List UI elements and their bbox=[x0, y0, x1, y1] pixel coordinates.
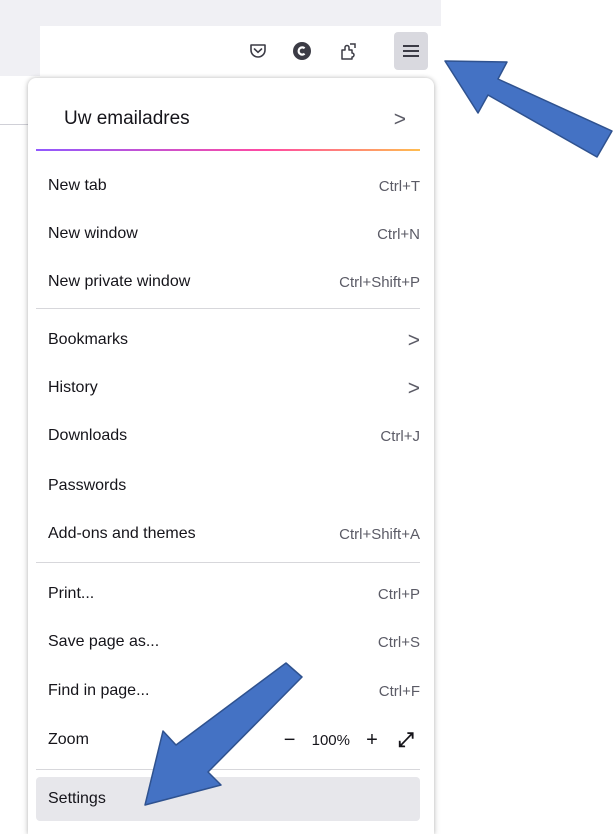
account-divider bbox=[36, 149, 420, 151]
zoom-in-button[interactable]: + bbox=[358, 726, 386, 754]
menu-item-zoom: Zoom − 100% + ⤢ bbox=[36, 716, 420, 764]
account-menu-item[interactable]: Uw emailadres > bbox=[36, 94, 426, 144]
menu-item-downloads[interactable]: Downloads Ctrl+J bbox=[36, 412, 420, 460]
menu-item-passwords[interactable]: Passwords bbox=[36, 462, 420, 510]
menu-separator bbox=[36, 769, 420, 770]
menu-item-save-page-as[interactable]: Save page as... Ctrl+S bbox=[36, 618, 420, 666]
extensions-icon[interactable] bbox=[332, 30, 366, 72]
account-label: Uw emailadres bbox=[64, 108, 190, 129]
shortcut-label: Ctrl+N bbox=[377, 225, 420, 243]
menu-item-print[interactable]: Print... Ctrl+P bbox=[36, 570, 420, 618]
toolbar-divider bbox=[0, 124, 28, 125]
menu-item-label: New window bbox=[48, 225, 138, 242]
account-icon[interactable] bbox=[285, 30, 319, 72]
menu-item-label: Print... bbox=[48, 585, 95, 602]
menu-item-label: Save page as... bbox=[48, 633, 160, 650]
menu-item-label: New tab bbox=[48, 177, 107, 194]
chevron-right-icon: > bbox=[407, 328, 420, 352]
menu-item-label: History bbox=[48, 379, 98, 396]
menu-separator bbox=[36, 308, 420, 309]
menu-item-label: Bookmarks bbox=[48, 331, 129, 348]
zoom-controls: − 100% + ⤢ bbox=[276, 726, 420, 754]
zoom-out-button[interactable]: − bbox=[276, 726, 304, 754]
menu-item-label: Find in page... bbox=[48, 682, 150, 699]
menu-item-label: Zoom bbox=[48, 731, 89, 748]
menu-item-bookmarks[interactable]: Bookmarks > bbox=[36, 316, 420, 364]
zoom-level[interactable]: 100% bbox=[312, 732, 350, 749]
menu-item-new-window[interactable]: New window Ctrl+N bbox=[36, 210, 420, 258]
toolbar-background bbox=[0, 0, 441, 26]
chevron-right-icon: > bbox=[407, 376, 420, 400]
shortcut-label: Ctrl+J bbox=[380, 427, 420, 445]
menu-icon[interactable] bbox=[394, 32, 428, 70]
shortcut-label: Ctrl+Shift+P bbox=[339, 273, 420, 291]
shortcut-label: Ctrl+S bbox=[377, 633, 420, 651]
url-bar[interactable] bbox=[0, 26, 40, 76]
menu-item-history[interactable]: History > bbox=[36, 364, 420, 412]
menu-item-find-in-page[interactable]: Find in page... Ctrl+F bbox=[36, 667, 420, 715]
menu-item-new-private-window[interactable]: New private window Ctrl+Shift+P bbox=[36, 258, 420, 306]
menu-item-label: Settings bbox=[48, 790, 106, 807]
menu-item-add-ons-and-themes[interactable]: Add-ons and themes Ctrl+Shift+A bbox=[36, 510, 420, 558]
shortcut-label: Ctrl+F bbox=[378, 682, 420, 700]
menu-separator bbox=[36, 562, 420, 563]
app-menu-panel: Uw emailadres > New tab Ctrl+T New windo… bbox=[28, 78, 434, 834]
menu-item-settings[interactable]: Settings bbox=[36, 777, 420, 821]
pocket-icon[interactable] bbox=[241, 30, 275, 72]
menu-item-new-tab[interactable]: New tab Ctrl+T bbox=[36, 162, 420, 210]
chevron-right-icon: > bbox=[393, 107, 406, 131]
shortcut-label: Ctrl+P bbox=[377, 585, 420, 603]
shortcut-label: Ctrl+Shift+A bbox=[339, 525, 420, 543]
menu-item-label: Add-ons and themes bbox=[48, 525, 196, 542]
menu-item-label: Passwords bbox=[48, 477, 127, 494]
menu-item-label: Downloads bbox=[48, 427, 128, 444]
fullscreen-icon[interactable]: ⤢ bbox=[392, 726, 420, 754]
arrow-to-menu-button bbox=[444, 60, 613, 158]
shortcut-label: Ctrl+T bbox=[378, 177, 420, 195]
menu-item-label: New private window bbox=[48, 273, 191, 290]
